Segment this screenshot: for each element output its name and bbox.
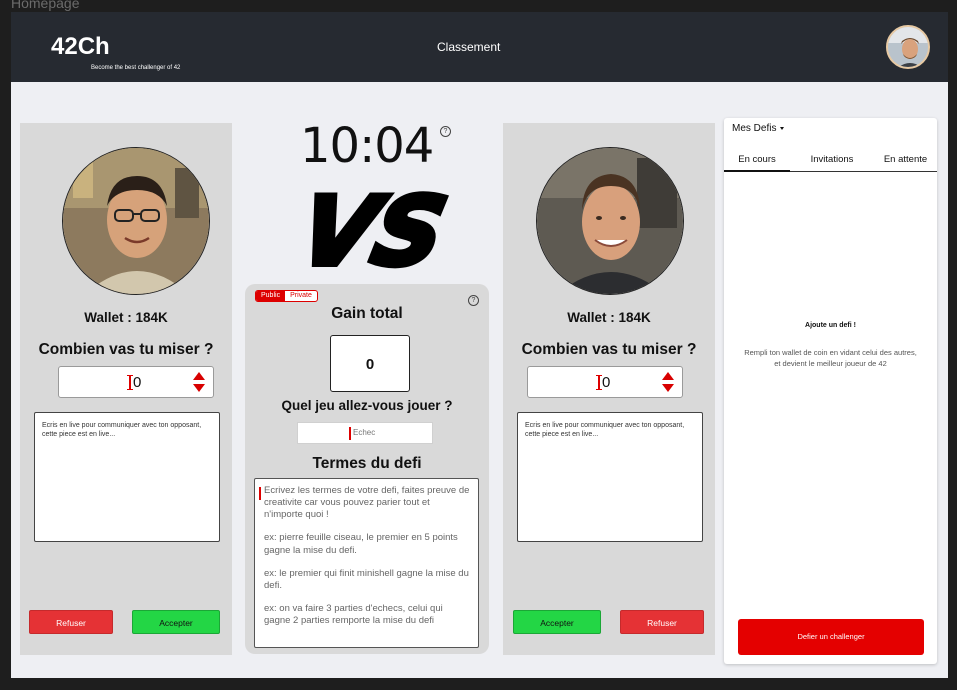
game-question: Quel jeu allez-vous jouer ? — [281, 398, 453, 413]
empty-state-title: Ajoute un defi ! — [805, 322, 856, 329]
triangle-down-icon[interactable] — [193, 384, 205, 392]
tab-en-cours[interactable]: En cours — [724, 154, 790, 172]
app-logo[interactable]: 42Ch — [51, 33, 110, 61]
countdown-timer: 10:04 — [300, 118, 434, 174]
vs-logo-graphic: VS — [288, 175, 458, 290]
left-bet-stepper[interactable] — [193, 372, 205, 394]
game-input[interactable]: Echec — [297, 422, 433, 444]
right-bet-input[interactable]: 0 — [527, 366, 683, 398]
left-bet-input[interactable]: 0 — [58, 366, 214, 398]
homepage-frame: 42Ch Become the best challenger of 42 Cl… — [11, 12, 948, 678]
game-settings-card: Public Private ? Gain total 0 Quel jeu a… — [245, 284, 489, 654]
right-accept-button[interactable]: Accepter — [513, 610, 601, 634]
vs-logo: VS — [275, 175, 458, 290]
left-player-panel: Wallet : 184K Combien vas tu miser ? 0 E… — [20, 123, 232, 655]
right-refuse-button[interactable]: Refuser — [620, 610, 704, 634]
mes-defis-dropdown[interactable]: Mes Defis — [732, 123, 785, 134]
left-bet-question: Combien vas tu miser ? — [38, 341, 214, 358]
terms-textarea[interactable]: Ecrivez les termes de votre defi, faites… — [254, 478, 479, 648]
text-cursor-icon — [127, 375, 133, 390]
left-wallet-label: Wallet : 184K — [84, 310, 168, 325]
user-avatar[interactable] — [886, 25, 930, 69]
top-header: 42Ch Become the best challenger of 42 Cl… — [11, 12, 948, 82]
user-avatar-image — [888, 27, 928, 67]
gain-total-value: 0 — [330, 335, 410, 392]
left-refuse-button[interactable]: Refuser — [29, 610, 113, 634]
terms-paragraph: ex: le premier qui finit minishell gagne… — [264, 567, 469, 591]
caret-down-icon — [780, 126, 785, 130]
text-cursor-icon — [349, 427, 351, 440]
right-player-image — [537, 148, 683, 294]
public-option[interactable]: Public — [256, 291, 286, 301]
left-chat-box[interactable]: Ecris en live pour communiquer avec ton … — [34, 412, 220, 542]
left-player-image — [63, 148, 209, 294]
right-bet-stepper[interactable] — [662, 372, 674, 394]
frame-label: Homepage — [11, 0, 80, 11]
right-bet-value: 0 — [602, 374, 611, 391]
help-icon[interactable]: ? — [440, 126, 451, 137]
triangle-up-icon[interactable] — [193, 372, 205, 380]
left-bet-value: 0 — [133, 374, 142, 391]
right-player-photo — [536, 147, 684, 295]
text-cursor-icon — [596, 375, 602, 390]
text-cursor-icon — [259, 487, 261, 500]
right-wallet-label: Wallet : 184K — [567, 310, 651, 325]
dropdown-label: Mes Defis — [732, 123, 777, 134]
left-accept-button[interactable]: Accepter — [132, 610, 220, 634]
right-bet-question: Combien vas tu miser ? — [521, 341, 697, 358]
game-input-placeholder: Echec — [353, 428, 376, 437]
terms-title: Termes du defi — [312, 455, 422, 472]
app-tagline: Become the best challenger of 42 — [91, 65, 181, 71]
terms-paragraph: Ecrivez les termes de votre defi, faites… — [264, 485, 470, 521]
vs-text: VS — [291, 184, 455, 274]
terms-paragraph: ex: pierre feuille ciseau, le premier en… — [264, 532, 458, 556]
empty-state-text: Rempli ton wallet de coin en vidant celu… — [744, 348, 917, 368]
terms-paragraph: ex: on va faire 3 parties d'echecs, celu… — [264, 603, 443, 627]
challenge-button[interactable]: Defier un challenger — [738, 619, 924, 655]
right-chat-box[interactable]: Ecris en live pour communiquer avec ton … — [517, 412, 703, 542]
gain-title: Gain total — [331, 305, 403, 322]
visibility-toggle[interactable]: Public Private — [255, 290, 318, 302]
triangle-up-icon[interactable] — [662, 372, 674, 380]
nav-classement-link[interactable]: Classement — [437, 40, 500, 54]
my-challenges-panel: Mes Defis En cours Invitations En attent… — [724, 118, 937, 664]
private-option[interactable]: Private — [285, 291, 317, 301]
right-player-panel: Wallet : 184K Combien vas tu miser ? 0 E… — [503, 123, 715, 655]
challenges-tabs: En cours Invitations En attente — [724, 154, 937, 172]
tab-en-attente[interactable]: En attente — [874, 154, 937, 172]
left-player-photo — [62, 147, 210, 295]
triangle-down-icon[interactable] — [662, 384, 674, 392]
tab-invitations[interactable]: Invitations — [796, 154, 868, 172]
